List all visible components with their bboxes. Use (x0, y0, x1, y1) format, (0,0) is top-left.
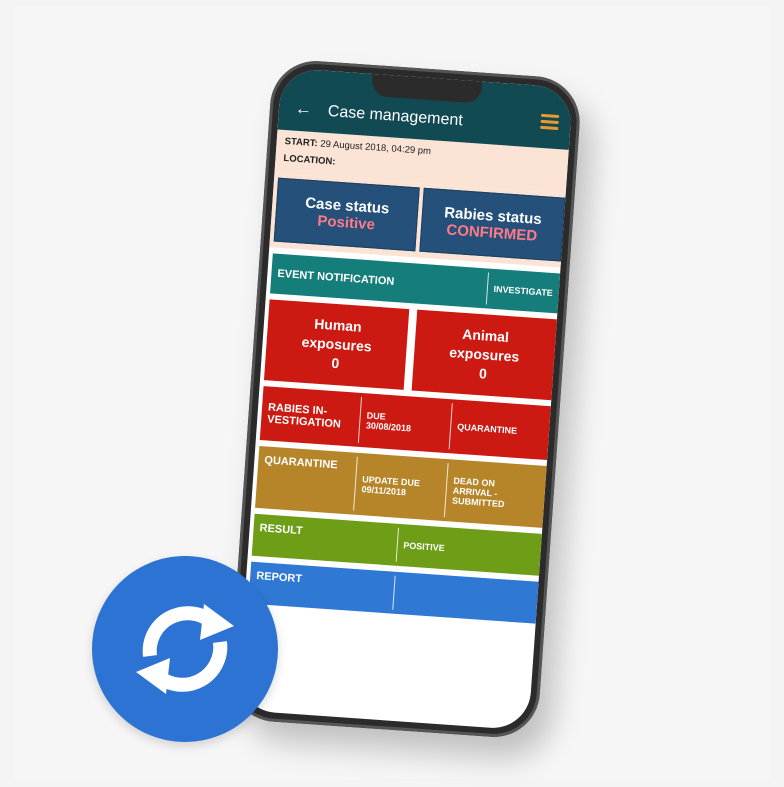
investigation-label: RABIES IN- VESTIGATION (260, 386, 361, 447)
arrow-left-icon[interactable]: ← (294, 99, 312, 120)
animal-exposures-tile[interactable]: Animal exposures 0 (411, 309, 557, 400)
human-exposures-tile[interactable]: Human exposures 0 (263, 299, 410, 390)
investigate-button[interactable]: INVESTIGATE (486, 269, 560, 314)
quarantine-update: UPDATE DUE 09/11/2018 (354, 453, 448, 521)
sync-badge (92, 556, 278, 742)
start-value: 29 August 2018, 04:29 pm (319, 138, 432, 158)
page-title: Case management (327, 102, 464, 130)
quarantine-action-button[interactable]: QUARANTINE (449, 399, 550, 460)
sync-refresh-icon (136, 604, 234, 694)
case-status-tile[interactable]: Case status Positive (273, 177, 420, 252)
report-empty (393, 571, 539, 623)
phone-mockup: ← Case management START: 29 August 2018,… (227, 57, 583, 741)
hamburger-menu-icon[interactable] (540, 113, 560, 133)
investigation-label-line2: VESTIGATION (266, 413, 342, 431)
investigation-due-date: 30/08/2018 (365, 420, 412, 434)
quarantine-row[interactable]: QUARANTINE UPDATE DUE 09/11/2018 DEAD ON… (255, 445, 547, 528)
event-notification-label: EVENT NOTIFICATION (277, 267, 395, 288)
rabies-status-tile[interactable]: Rabies status CONFIRMED (419, 187, 566, 262)
quarantine-update-date: 09/11/2018 (361, 483, 407, 497)
phone-screen: ← Case management START: 29 August 2018,… (236, 67, 574, 731)
phone-frame: ← Case management START: 29 August 2018,… (227, 57, 583, 741)
quarantine-label: QUARANTINE (263, 454, 338, 472)
result-value: POSITIVE (402, 539, 446, 553)
location-label: LOCATION: (283, 152, 336, 168)
start-label: START: (284, 135, 319, 150)
quarantine-status: DEAD ON ARRIVAL - SUBMITTED (445, 459, 547, 528)
investigation-due: DUE 30/08/2018 (359, 393, 453, 453)
exposure-row: Human exposures 0 Animal exposures 0 (263, 299, 557, 400)
